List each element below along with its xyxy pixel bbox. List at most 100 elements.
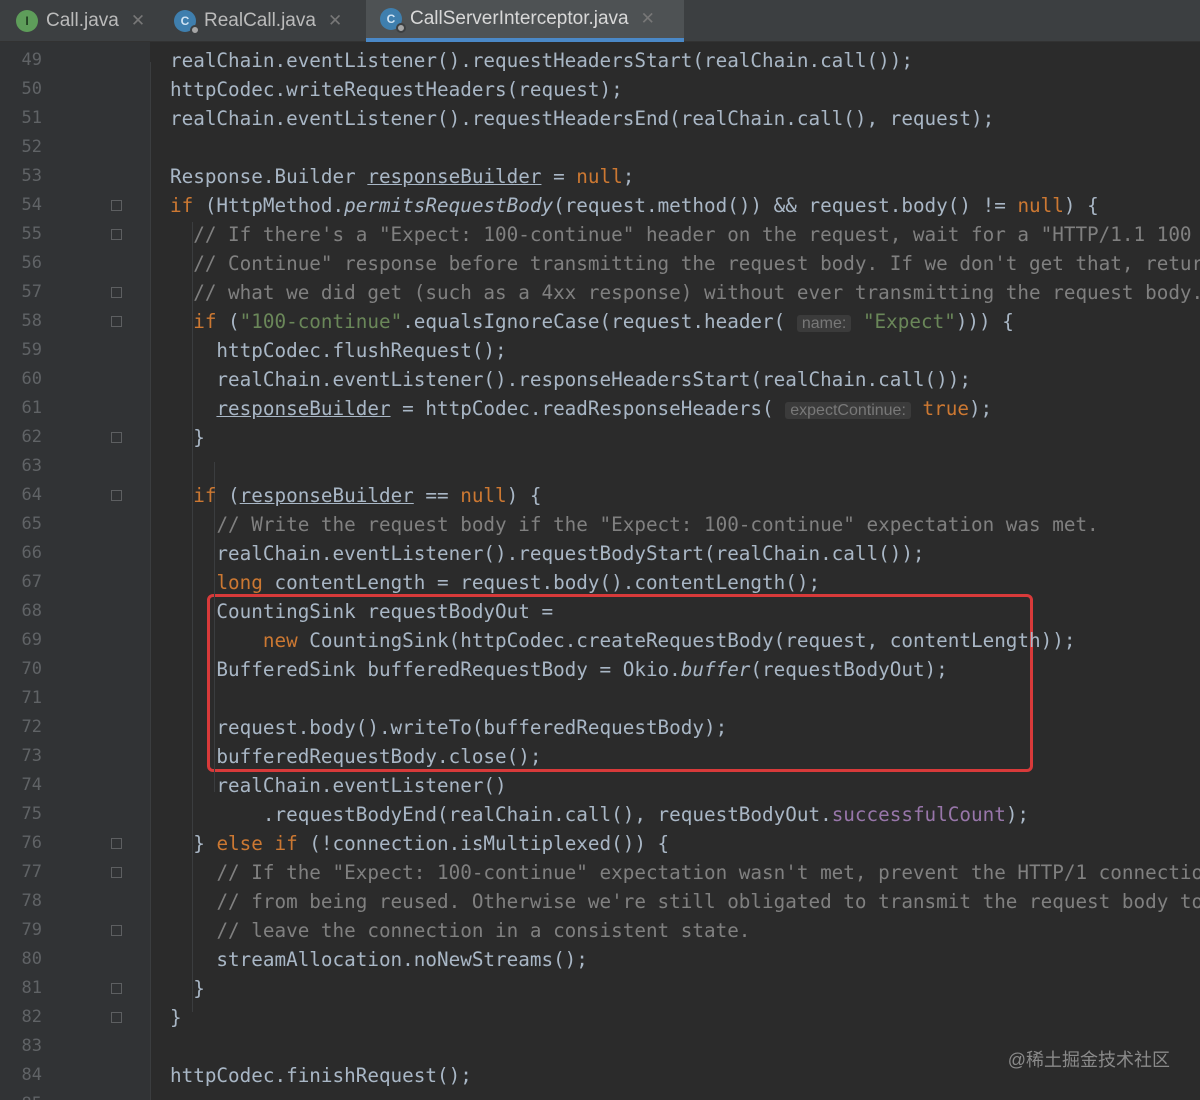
fold-marker-icon[interactable] <box>111 925 122 936</box>
line-number: 56 <box>21 253 42 273</box>
fold-marker-icon[interactable] <box>111 838 122 849</box>
fold-marker-icon[interactable] <box>111 1012 122 1023</box>
code-token: == <box>413 484 461 507</box>
watermark: @稀土掘金技术社区 <box>1007 1050 1170 1070</box>
code-token: // If the "Expect: 100-continue" expecta… <box>216 861 1200 884</box>
fold-marker-icon[interactable] <box>111 867 122 878</box>
code-line[interactable]: if ("100-continue".equalsIgnoreCase(requ… <box>170 307 1014 336</box>
code-line[interactable]: realChain.eventListener().requestBodySta… <box>170 539 924 568</box>
code-line[interactable]: } <box>170 1003 182 1032</box>
fold-marker-icon[interactable] <box>111 200 122 211</box>
code-line[interactable]: // leave the connection in a consistent … <box>170 916 750 945</box>
code-token: request.body().writeTo(bufferedRequestBo… <box>170 716 728 739</box>
code-line[interactable]: } <box>170 974 205 1003</box>
code-token: realChain.eventListener() <box>170 774 507 797</box>
code-line[interactable]: Response.Builder responseBuilder = null; <box>170 162 634 191</box>
indent-guide <box>150 62 151 1100</box>
code-token: } <box>170 977 205 1000</box>
fold-marker-icon[interactable] <box>111 229 122 240</box>
fold-marker-icon[interactable] <box>111 316 122 327</box>
code-line[interactable]: streamAllocation.noNewStreams(); <box>170 945 588 974</box>
line-number: 76 <box>21 833 42 853</box>
code-token: } <box>170 426 205 449</box>
close-icon[interactable]: ✕ <box>328 11 342 31</box>
code-editor[interactable]: realChain.eventListener().requestHeaders… <box>150 42 1200 1100</box>
tab-realcall-java[interactable]: C RealCall.java ✕ <box>174 0 360 42</box>
parameter-hint: expectContinue: <box>785 402 911 419</box>
file-status-badge <box>396 23 406 33</box>
fold-marker-icon[interactable] <box>111 983 122 994</box>
tab-callserverinterceptor-java[interactable]: C CallServerInterceptor.java ✕ <box>366 0 684 42</box>
fold-marker-icon[interactable] <box>111 432 122 443</box>
code-token: ) { <box>1063 194 1099 217</box>
fold-marker-icon[interactable] <box>111 287 122 298</box>
code-token: if <box>193 310 217 333</box>
code-line[interactable]: BufferedSink bufferedRequestBody = Okio.… <box>170 655 947 684</box>
tab-label: RealCall.java <box>204 10 316 31</box>
code-token: responseBuilder <box>239 484 414 507</box>
code-token: .requestBodyEnd(realChain.call(), reques… <box>170 803 832 826</box>
line-number-gutter[interactable]: 49 50 51 52 53 54 55 56 57 58 59 60 61 62 63 64 65 66 67 68… <box>0 42 150 1100</box>
code-line[interactable]: httpCodec.writeRequestHeaders(request); <box>170 75 623 104</box>
tab-call-java[interactable]: I Call.java ✕ <box>16 0 164 42</box>
code-line[interactable]: // If there's a "Expect: 100-continue" h… <box>170 220 1191 249</box>
code-line[interactable]: if (responseBuilder == null) { <box>170 481 541 510</box>
code-token: = httpCodec.readResponseHeaders( <box>390 397 786 420</box>
code-token: successfulCount <box>831 803 1006 826</box>
code-token: // leave the connection in a consistent … <box>216 919 751 942</box>
fold-marker-icon[interactable] <box>111 490 122 501</box>
code-line[interactable]: // Write the request body if the "Expect… <box>170 510 1098 539</box>
code-line[interactable]: long contentLength = request.body().cont… <box>170 568 820 597</box>
code-line[interactable]: realChain.eventListener().responseHeader… <box>170 365 971 394</box>
code-line[interactable]: // from being reused. Otherwise we're st… <box>170 887 1200 916</box>
code-line[interactable]: .requestBodyEnd(realChain.call(), reques… <box>170 800 1029 829</box>
code-token: (request.method()) && request.body() != <box>553 194 1018 217</box>
code-line[interactable]: if (HttpMethod.permitsRequestBody(reques… <box>170 191 1099 220</box>
code-token: } <box>170 1006 182 1029</box>
line-number: 69 <box>21 630 42 650</box>
code-line[interactable]: realChain.eventListener().requestHeaders… <box>170 104 994 133</box>
code-token: "100-continue" <box>239 310 403 333</box>
editor-tab-bar: I Call.java ✕ C RealCall.java ✕ C CallSe… <box>0 0 1200 42</box>
code-token: buffer <box>680 658 751 681</box>
code-line[interactable]: bufferedRequestBody.close(); <box>170 742 541 771</box>
file-type-letter: C <box>386 12 396 26</box>
code-line[interactable]: // what we did get (such as a 4xx respon… <box>170 278 1200 307</box>
close-icon[interactable]: ✕ <box>131 11 145 31</box>
line-number: 84 <box>21 1065 42 1085</box>
code-token: (HttpMethod. <box>193 194 345 217</box>
line-number: 72 <box>21 717 42 737</box>
line-number: 80 <box>21 949 42 969</box>
code-line[interactable]: CountingSink requestBodyOut = <box>170 597 553 626</box>
line-number: 77 <box>21 862 42 882</box>
interface-file-icon: I <box>16 10 38 32</box>
line-number: 74 <box>21 775 42 795</box>
code-token: // from being reused. Otherwise we're st… <box>216 890 1200 913</box>
code-token: true <box>922 397 969 420</box>
close-icon[interactable]: ✕ <box>641 9 655 29</box>
code-line[interactable]: httpCodec.finishRequest(); <box>170 1061 472 1090</box>
code-line[interactable]: // If the "Expect: 100-continue" expecta… <box>170 858 1200 887</box>
line-number: 64 <box>21 485 42 505</box>
line-number: 57 <box>21 282 42 302</box>
code-token: ); <box>968 397 993 420</box>
line-number: 53 <box>21 166 42 186</box>
code-token: null <box>460 484 507 507</box>
code-line[interactable]: request.body().writeTo(bufferedRequestBo… <box>170 713 727 742</box>
code-token: long <box>216 571 263 594</box>
code-token: permitsRequestBody <box>344 194 554 217</box>
code-line[interactable]: new CountingSink(httpCodec.createRequest… <box>170 626 1076 655</box>
line-number: 60 <box>21 369 42 389</box>
code-token: streamAllocation.noNewStreams(); <box>170 948 588 971</box>
code-line[interactable]: responseBuilder = httpCodec.readResponse… <box>170 394 992 423</box>
code-line[interactable]: } <box>170 423 205 452</box>
code-line[interactable]: realChain.eventListener() <box>170 771 507 800</box>
code-line[interactable]: // Continue" response before transmittin… <box>170 249 1200 278</box>
code-line[interactable]: realChain.eventListener().requestHeaders… <box>170 46 913 75</box>
code-line[interactable]: httpCodec.flushRequest(); <box>170 336 506 365</box>
code-line[interactable]: } else if (!connection.isMultiplexed()) … <box>170 829 669 858</box>
